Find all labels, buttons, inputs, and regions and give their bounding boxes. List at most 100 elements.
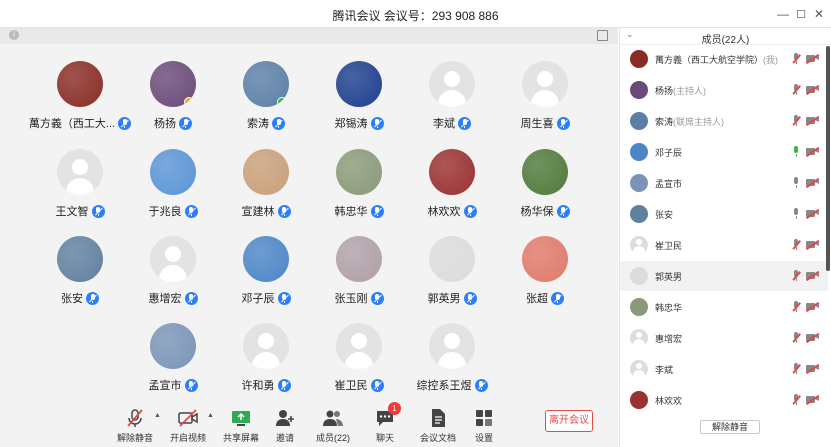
mic-muted-icon[interactable] (792, 301, 801, 313)
mic-muted-icon[interactable] (792, 239, 801, 251)
start-video-button[interactable]: 开启视频 (163, 408, 213, 444)
member-row[interactable]: 索涛(联席主持人) (620, 106, 828, 136)
invite-button[interactable]: 邀请 (260, 408, 310, 444)
participant-tile[interactable]: 张玉刚 (314, 236, 404, 306)
participant-avatar (150, 236, 196, 282)
minimize-button[interactable]: — (774, 5, 792, 23)
participant-tile[interactable]: 孟宣市 (128, 323, 218, 393)
video-off-icon[interactable] (805, 84, 820, 95)
member-row[interactable]: 崔卫民 (620, 230, 828, 260)
chat-button[interactable]: 1 聊天 (360, 402, 410, 444)
member-name-row: 萬方義（西工大航空学院）(我) (655, 53, 778, 66)
participant-tile[interactable]: 林欢欢 (407, 149, 497, 219)
video-off-icon[interactable] (805, 394, 820, 405)
member-row[interactable]: 林欢欢 (620, 385, 828, 415)
mic-icon[interactable] (792, 146, 800, 158)
leave-meeting-button[interactable]: 离开会议 (545, 410, 593, 432)
participant-name-row: 邓子辰 (221, 290, 311, 306)
member-row[interactable]: 邓子辰 (620, 137, 828, 167)
participant-avatar (336, 149, 382, 195)
members-button[interactable]: 成员(22) (308, 408, 358, 444)
meeting-docs-button[interactable]: 会议文档 (413, 408, 463, 444)
video-off-icon[interactable] (805, 115, 820, 126)
member-name-row: 林欢欢 (655, 394, 682, 407)
participant-tile[interactable]: 杨华保 (500, 149, 590, 219)
participant-tile[interactable]: 惠增宏 (128, 236, 218, 306)
mic-muted-icon (370, 378, 384, 392)
mic-icon[interactable] (792, 208, 800, 220)
mic-muted-icon[interactable] (792, 115, 801, 127)
participant-tile[interactable]: 王文智 (35, 149, 125, 219)
video-off-icon[interactable] (805, 208, 820, 219)
share-screen-button[interactable]: 共享屏幕 (216, 408, 266, 444)
member-list-scrollbar[interactable] (826, 46, 830, 271)
video-off-icon[interactable] (805, 146, 820, 157)
member-row[interactable]: 萬方義（西工大航空学院）(我) (620, 44, 828, 74)
video-off-icon[interactable] (805, 270, 820, 281)
participant-name: 索涛 (247, 118, 269, 130)
mic-muted-icon[interactable] (792, 84, 801, 96)
participant-tile[interactable]: 索涛 (221, 61, 311, 131)
participant-name-row: 李斌 (407, 115, 497, 131)
participant-avatar (57, 149, 103, 195)
participant-tile[interactable]: 周生喜 (500, 61, 590, 131)
video-off-icon[interactable] (805, 301, 820, 312)
participant-tile[interactable]: 杨扬 (128, 61, 218, 131)
participant-tile[interactable]: 张超 (500, 236, 590, 306)
stage-top-bar: i (0, 28, 618, 44)
member-name: 孟宣市 (655, 179, 683, 189)
meeting-info-icon[interactable]: i (9, 30, 19, 40)
participant-name: 郭英男 (427, 293, 461, 305)
audio-options-caret-icon[interactable]: ▲ (154, 412, 161, 419)
settings-button[interactable]: 设置 (459, 408, 509, 444)
mic-muted-icon (184, 204, 198, 218)
member-name-row: 杨扬(主持人) (655, 84, 706, 97)
video-options-caret-icon[interactable]: ▲ (207, 412, 214, 419)
member-row[interactable]: 孟宣市 (620, 168, 828, 198)
video-off-icon[interactable] (805, 332, 820, 343)
mic-muted-icon[interactable] (792, 363, 801, 375)
member-row[interactable]: 惠增宏 (620, 323, 828, 353)
member-row[interactable]: 郭英男 (620, 261, 828, 291)
close-button[interactable]: ✕ (810, 5, 828, 23)
mic-muted-icon[interactable] (792, 53, 801, 65)
mic-muted-icon[interactable] (792, 394, 801, 406)
participant-tile[interactable]: 宣建林 (221, 149, 311, 219)
video-off-icon[interactable] (805, 239, 820, 250)
participant-tile[interactable]: 李斌 (407, 61, 497, 131)
role-badge-icon (184, 97, 194, 107)
video-off-icon[interactable] (805, 363, 820, 374)
participant-name: 孟宣市 (148, 380, 182, 392)
participant-tile[interactable]: 郭英男 (407, 236, 497, 306)
mic-muted-icon[interactable] (792, 270, 801, 282)
participant-tile[interactable]: 崔卫民 (314, 323, 404, 393)
members-panel: ⌄ 成员(22人) 萬方義（西工大航空学院）(我) 杨扬(主持人) 索涛(联席主持人… (619, 28, 831, 447)
participant-tile[interactable]: 综控系王煜 (407, 323, 497, 393)
mic-muted-icon (91, 204, 105, 218)
settings-label: 设置 (474, 433, 493, 443)
participant-name-row: 林欢欢 (407, 203, 497, 219)
member-avatar (630, 236, 648, 254)
mic-icon[interactable] (792, 177, 800, 189)
participant-tile[interactable]: 邓子辰 (221, 236, 311, 306)
participant-tile[interactable]: 郑锡涛 (314, 61, 404, 131)
member-name: 萬方義（西工大航空学院） (655, 55, 764, 65)
member-row[interactable]: 杨扬(主持人) (620, 75, 828, 105)
member-row[interactable]: 李斌 (620, 354, 828, 384)
member-role: (联席主持人) (673, 117, 725, 127)
participant-tile[interactable]: 萬方義（西工大... (29, 61, 132, 131)
mic-muted-icon[interactable] (792, 332, 801, 344)
unmute-button[interactable]: 解除静音 (110, 408, 160, 444)
video-off-icon[interactable] (805, 177, 820, 188)
video-off-icon[interactable] (805, 53, 820, 64)
fullscreen-icon[interactable] (597, 30, 608, 41)
maximize-button[interactable]: ☐ (792, 5, 810, 23)
participant-name: 宣建林 (241, 206, 275, 218)
participant-tile[interactable]: 张安 (35, 236, 125, 306)
member-row[interactable]: 张安 (620, 199, 828, 229)
member-row[interactable]: 韩忠华 (620, 292, 828, 322)
unmute-all-button[interactable]: 解除静音 (700, 420, 760, 434)
participant-tile[interactable]: 许和勇 (221, 323, 311, 393)
participant-tile[interactable]: 韩忠华 (314, 149, 404, 219)
participant-tile[interactable]: 于兆良 (128, 149, 218, 219)
